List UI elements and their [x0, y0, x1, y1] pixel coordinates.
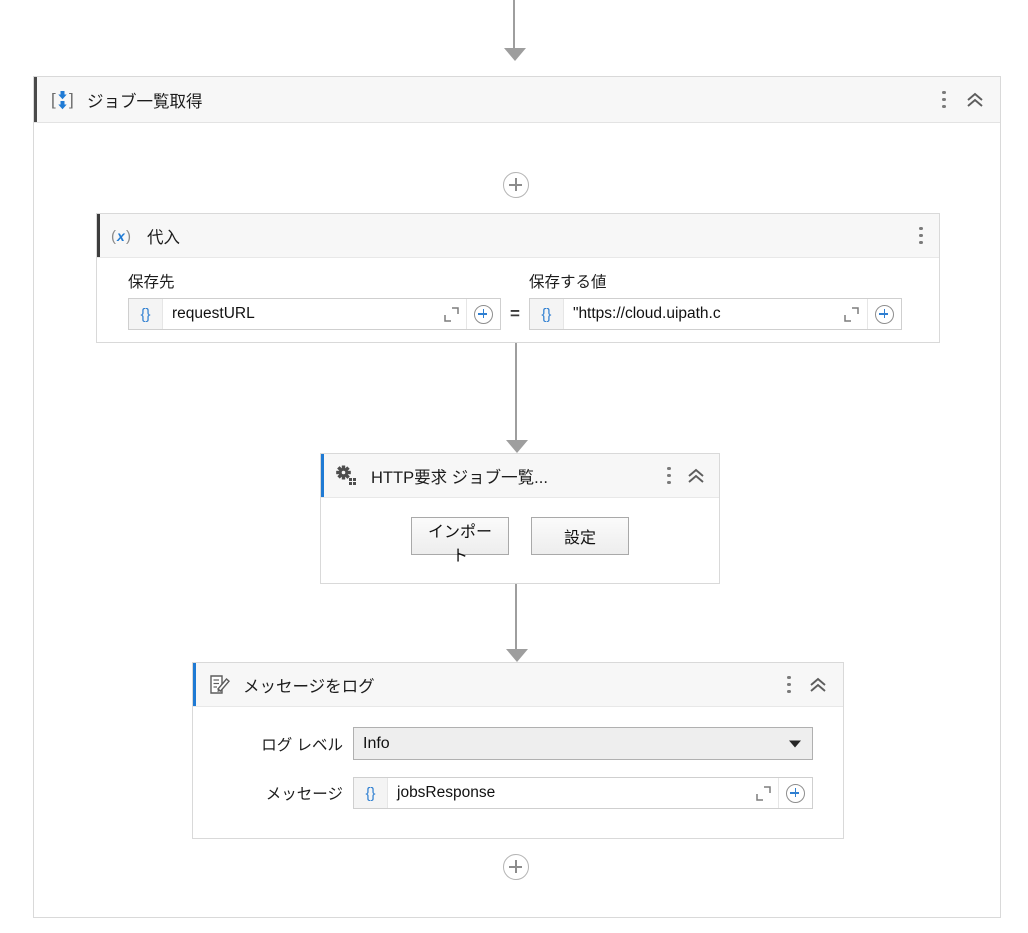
add-activity-top-icon[interactable] [503, 172, 529, 198]
http-request-kebab-menu-icon[interactable] [667, 466, 671, 486]
assign-kebab-menu-icon[interactable] [919, 226, 923, 246]
svg-text:): ) [126, 228, 131, 245]
log-level-dropdown[interactable]: Info [353, 727, 813, 760]
assign-value-add-argument-icon[interactable] [866, 299, 901, 329]
assign-value-expression-field[interactable]: {} "https://cloud.uipath.c [528, 298, 902, 330]
http-request-collapse-icon[interactable] [685, 467, 707, 485]
assign-to-label: 保存先 [128, 274, 175, 291]
log-level-label: ログ レベル [261, 736, 343, 754]
assign-operator: = [510, 304, 520, 323]
incoming-connector-arrow [504, 48, 526, 61]
sequence-collapse-icon[interactable] [964, 91, 986, 109]
http-request-activity-card[interactable]: HTTP要求 ジョブ一覧... インポート 設定 [320, 453, 720, 584]
svg-text:[: [ [51, 90, 56, 109]
chevron-down-icon[interactable] [789, 740, 801, 747]
assign-body: 保存先 保存する値 {} requestURL = {} "https://cl… [97, 258, 939, 330]
sequence-title: ジョブ一覧取得 [87, 92, 203, 111]
log-message-body: ログ レベル Info メッセージ {} jobsResponse [193, 707, 843, 809]
log-message-title: メッセージをログ [243, 677, 375, 696]
variable-x-icon: ( x ) [111, 224, 137, 248]
connector-assign-to-http-line [515, 343, 517, 440]
assign-to-add-argument-icon[interactable] [466, 299, 500, 329]
log-message-collapse-icon[interactable] [807, 676, 829, 694]
sequence-header[interactable]: [ ] ジョブ一覧取得 [34, 77, 1000, 123]
log-message-icon [207, 673, 233, 697]
workflow-canvas: [ ] ジョブ一覧取得 (x) 代入 保存先 保存する値 {} reques… [0, 0, 1028, 933]
message-expression-field[interactable]: {} jobsResponse [353, 777, 813, 809]
log-message-activity-card[interactable]: メッセージをログ ログ レベル Info メッセージ {} jobsRespon… [192, 662, 844, 839]
message-add-argument-icon[interactable] [778, 778, 812, 808]
assign-value-brace-icon: {} [529, 299, 564, 329]
http-request-title: HTTP要求 ジョブ一覧... [371, 468, 548, 487]
assign-to-value[interactable]: requestURL [163, 299, 436, 329]
log-level-value: Info [363, 734, 390, 752]
svg-text:(: ( [111, 228, 116, 245]
assign-activity-card[interactable]: ( x ) 代入 保存先 保存する値 {} requestURL = {} "h… [96, 213, 940, 343]
http-request-accent-bar [321, 454, 324, 497]
message-brace-icon: {} [354, 778, 388, 808]
message-label: メッセージ [265, 786, 343, 803]
add-activity-bottom-icon[interactable] [503, 854, 529, 880]
sequence-kebab-menu-icon[interactable] [942, 90, 946, 110]
http-request-header[interactable]: HTTP要求 ジョブ一覧... [321, 454, 719, 498]
http-request-body: インポート 設定 [321, 498, 719, 565]
log-message-accent-bar [193, 663, 196, 706]
assign-value-value[interactable]: "https://cloud.uipath.c [564, 299, 837, 329]
message-expand-expression-icon[interactable] [748, 778, 778, 808]
incoming-connector-line [513, 0, 515, 48]
assign-to-expression-field[interactable]: {} requestURL [128, 298, 501, 330]
import-button[interactable]: インポート [411, 517, 509, 565]
assign-to-expand-expression-icon[interactable] [436, 299, 466, 329]
log-message-header[interactable]: メッセージをログ [193, 663, 843, 707]
message-value[interactable]: jobsResponse [388, 778, 748, 808]
assign-value-label: 保存する値 [529, 274, 607, 291]
assign-header[interactable]: ( x ) 代入 [97, 214, 939, 258]
settings-button[interactable]: 設定 [531, 517, 629, 555]
assign-accent-bar [97, 214, 100, 257]
http-gear-icon [335, 464, 361, 488]
connector-http-to-log-arrow [506, 649, 528, 662]
svg-text:x: x [116, 228, 126, 244]
sequence-accent-bar [34, 77, 37, 122]
svg-text:]: ] [69, 90, 74, 109]
sequence-container[interactable]: [ ] ジョブ一覧取得 (x) 代入 保存先 保存する値 {} reques… [33, 76, 1001, 918]
sequence-icon: [ ] [50, 88, 76, 112]
assign-value-expand-expression-icon[interactable] [837, 299, 867, 329]
connector-http-to-log-line [515, 584, 517, 649]
assign-title: 代入 [147, 228, 180, 247]
connector-assign-to-http-arrow [506, 440, 528, 453]
log-message-kebab-menu-icon[interactable] [787, 675, 791, 695]
assign-to-brace-icon: {} [129, 299, 163, 329]
